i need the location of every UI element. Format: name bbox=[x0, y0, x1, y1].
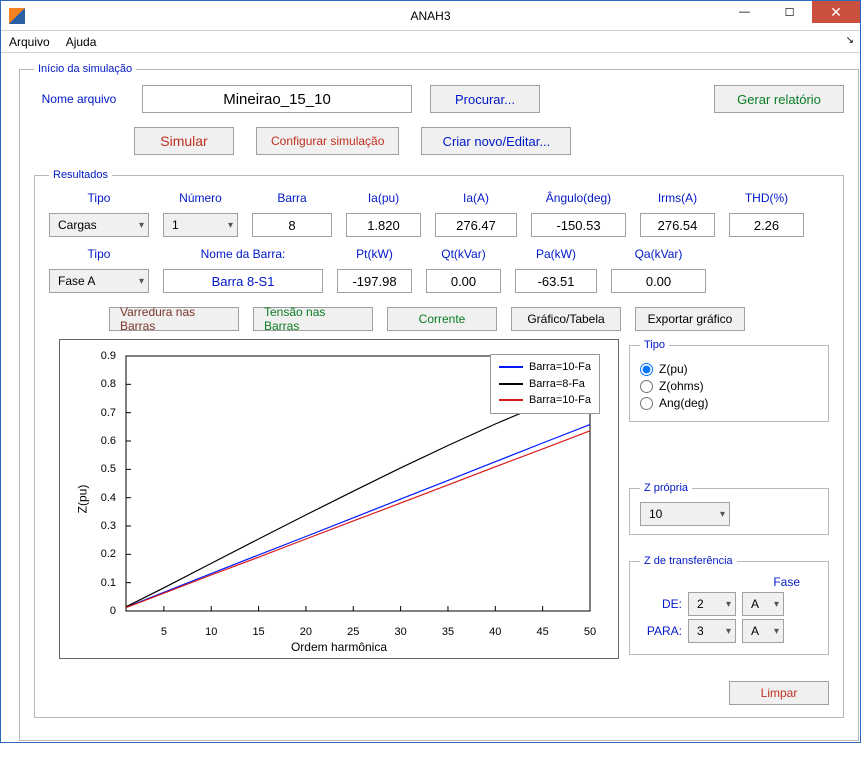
titlebar: ANAH3 bbox=[1, 1, 860, 31]
chevron-down-icon: ▾ bbox=[726, 599, 731, 610]
menubar-corner-icon[interactable]: ↘ bbox=[846, 35, 854, 46]
de-select[interactable]: 2▾ bbox=[688, 592, 736, 616]
hdr2-pa: Pa(kW) bbox=[515, 247, 597, 261]
iaa-value: 276.47 bbox=[435, 213, 517, 237]
legend-item: Barra=8-Fa bbox=[529, 376, 585, 393]
nome-arquivo-label: Nome arquivo bbox=[34, 92, 124, 106]
angulo-value: -150.53 bbox=[531, 213, 626, 237]
hdr2-qa: Qa(kVar) bbox=[611, 247, 706, 261]
resultados-fieldset: Resultados Tipo Número Barra Ia(pu) Ia(A… bbox=[34, 169, 844, 718]
hdr-iapu: Ia(pu) bbox=[346, 191, 421, 205]
radio-zpu-input[interactable] bbox=[640, 363, 653, 376]
chevron-down-icon: ▾ bbox=[774, 626, 779, 637]
tensao-button[interactable]: Tensão nas Barras bbox=[253, 307, 373, 331]
tipo-radio-fieldset: Tipo Z(pu) Z(ohms) Ang(deg) bbox=[629, 339, 829, 422]
irms-value: 276.54 bbox=[640, 213, 715, 237]
radio-zpu[interactable]: Z(pu) bbox=[640, 362, 818, 376]
para-select[interactable]: 3▾ bbox=[688, 619, 736, 643]
hdr-tipo: Tipo bbox=[49, 191, 149, 205]
de-label: DE: bbox=[640, 597, 682, 611]
pa-value: -63.51 bbox=[515, 269, 597, 293]
para-label: PARA: bbox=[640, 624, 682, 638]
maximize-button[interactable] bbox=[767, 1, 812, 23]
configurar-button[interactable]: Configurar simulação bbox=[256, 127, 399, 155]
menu-ajuda[interactable]: Ajuda bbox=[66, 35, 97, 49]
chevron-down-icon: ▾ bbox=[774, 599, 779, 610]
chart-xlabel: Ordem harmônica bbox=[60, 640, 618, 654]
fase-header: Fase bbox=[640, 575, 818, 589]
chevron-down-icon: ▾ bbox=[139, 220, 144, 231]
hdr-irms: Irms(A) bbox=[640, 191, 715, 205]
hdr2-tipo: Tipo bbox=[49, 247, 149, 261]
radio-ang[interactable]: Ang(deg) bbox=[640, 396, 818, 410]
numero-select[interactable]: 1▾ bbox=[163, 213, 238, 237]
radio-zohms-input[interactable] bbox=[640, 380, 653, 393]
hdr-numero: Número bbox=[163, 191, 238, 205]
simular-button[interactable]: Simular bbox=[134, 127, 234, 155]
exportar-button[interactable]: Exportar gráfico bbox=[635, 307, 745, 331]
legend-item: Barra=10-Fa bbox=[529, 392, 591, 409]
qa-value: 0.00 bbox=[611, 269, 706, 293]
zpropria-select[interactable]: 10▾ bbox=[640, 502, 730, 526]
chevron-down-icon: ▾ bbox=[228, 220, 233, 231]
inicio-fieldset: Início da simulação Nome arquivo Procura… bbox=[19, 63, 859, 741]
barra-value: 8 bbox=[252, 213, 332, 237]
minimize-button[interactable] bbox=[722, 1, 767, 23]
procurar-button[interactable]: Procurar... bbox=[430, 85, 540, 113]
tipo-radio-legend: Tipo bbox=[640, 339, 669, 351]
hdr-iaa: Ia(A) bbox=[435, 191, 517, 205]
resultados-legend: Resultados bbox=[49, 169, 112, 181]
nome-barra-value: Barra 8-S1 bbox=[163, 269, 323, 293]
limpar-button[interactable]: Limpar bbox=[729, 681, 829, 705]
chart-legend: Barra=10-Fa Barra=8-Fa Barra=10-Fa bbox=[490, 354, 600, 414]
fase-select[interactable]: Fase A▾ bbox=[49, 269, 149, 293]
hdr-barra: Barra bbox=[252, 191, 332, 205]
hdr-thd: THD(%) bbox=[729, 191, 804, 205]
ztransf-fieldset: Z de transferência Fase DE: 2▾ A▾ PARA: … bbox=[629, 555, 829, 655]
hdr-angulo: Ângulo(deg) bbox=[531, 191, 626, 205]
chevron-down-icon: ▾ bbox=[139, 276, 144, 287]
inicio-legend: Início da simulação bbox=[34, 63, 136, 75]
gerar-relatorio-button[interactable]: Gerar relatório bbox=[714, 85, 844, 113]
app-window: ANAH3 Arquivo Ajuda ↘ Início da simulaçã… bbox=[0, 0, 861, 743]
chevron-down-icon: ▾ bbox=[726, 626, 731, 637]
zpropria-fieldset: Z própria 10▾ bbox=[629, 482, 829, 535]
hdr2-qt: Qt(kVar) bbox=[426, 247, 501, 261]
menubar: Arquivo Ajuda ↘ bbox=[1, 31, 860, 53]
menu-arquivo[interactable]: Arquivo bbox=[9, 35, 50, 49]
criar-novo-button[interactable]: Criar novo/Editar... bbox=[421, 127, 571, 155]
varredura-button[interactable]: Varredura nas Barras bbox=[109, 307, 239, 331]
qt-value: 0.00 bbox=[426, 269, 501, 293]
zpropria-legend: Z própria bbox=[640, 482, 692, 494]
iapu-value: 1.820 bbox=[346, 213, 421, 237]
chart-area: Z(pu) Barra=10-Fa Barra=8-Fa Barra=10-Fa… bbox=[59, 339, 619, 659]
ztransf-legend: Z de transferência bbox=[640, 555, 737, 567]
hdr2-pt: Pt(kW) bbox=[337, 247, 412, 261]
tipo-select[interactable]: Cargas▾ bbox=[49, 213, 149, 237]
radio-zohms[interactable]: Z(ohms) bbox=[640, 379, 818, 393]
hdr2-nomebarra: Nome da Barra: bbox=[163, 247, 323, 261]
para-fase-select[interactable]: A▾ bbox=[742, 619, 784, 643]
radio-ang-input[interactable] bbox=[640, 397, 653, 410]
de-fase-select[interactable]: A▾ bbox=[742, 592, 784, 616]
chevron-down-icon: ▾ bbox=[720, 509, 725, 520]
corrente-button[interactable]: Corrente bbox=[387, 307, 497, 331]
legend-item: Barra=10-Fa bbox=[529, 359, 591, 376]
chart-ylabel: Z(pu) bbox=[75, 485, 89, 514]
grafico-button[interactable]: Gráfico/Tabela bbox=[511, 307, 621, 331]
close-button[interactable] bbox=[812, 1, 860, 23]
nome-arquivo-input[interactable] bbox=[142, 85, 412, 113]
pt-value: -197.98 bbox=[337, 269, 412, 293]
thd-value: 2.26 bbox=[729, 213, 804, 237]
